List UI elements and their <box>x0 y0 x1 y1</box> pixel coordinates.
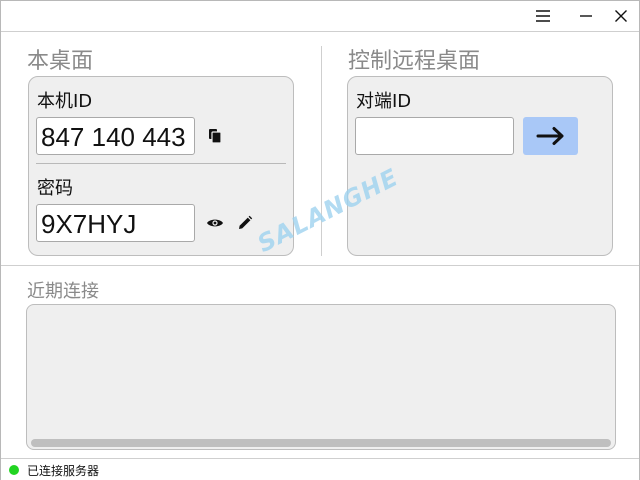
horizontal-scrollbar[interactable] <box>31 439 611 447</box>
close-icon[interactable] <box>606 5 636 27</box>
pencil-icon[interactable] <box>235 213 255 233</box>
copy-icon[interactable] <box>205 126 225 146</box>
peer-id-input[interactable] <box>355 117 514 155</box>
recent-connections-title: 近期连接 <box>27 281 99 302</box>
local-desktop-title: 本桌面 <box>27 49 94 74</box>
title-bar <box>1 1 639 32</box>
connect-button[interactable] <box>523 117 578 155</box>
password-label: 密码 <box>37 178 73 199</box>
connection-status-text: 已连接服务器 <box>27 464 100 478</box>
local-desktop-card: 本机ID 847 140 443 密码 9X7HYJ <box>28 76 294 256</box>
app-window: 本桌面 控制远程桌面 本机ID 847 140 443 密码 9X7HYJ 对端… <box>0 0 640 480</box>
card-separator <box>36 163 286 164</box>
hamburger-menu-icon[interactable] <box>528 5 558 27</box>
connection-status-indicator <box>9 465 19 475</box>
horizontal-divider <box>1 265 639 266</box>
local-id-label: 本机ID <box>37 91 93 112</box>
recent-connections-list <box>26 304 616 450</box>
arrow-right-icon <box>536 127 563 145</box>
local-id-field[interactable]: 847 140 443 <box>36 117 195 155</box>
eye-icon[interactable] <box>205 213 225 233</box>
minimize-icon[interactable] <box>571 5 601 27</box>
status-bar: 已连接服务器 <box>1 458 639 480</box>
peer-id-label: 对端ID <box>356 91 412 112</box>
password-field[interactable]: 9X7HYJ <box>36 204 195 242</box>
remote-desktop-title: 控制远程桌面 <box>348 49 481 74</box>
